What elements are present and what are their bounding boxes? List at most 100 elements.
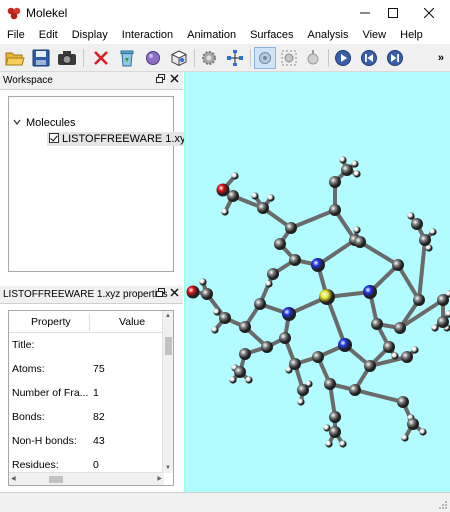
molecule-style-button[interactable]	[142, 47, 164, 69]
previous-frame-button[interactable]	[358, 47, 380, 69]
delete-button[interactable]	[90, 47, 112, 69]
recycle-bin-icon	[120, 50, 134, 67]
tree-node-molecule[interactable]: LISTOFFREEWARE 1.xyz	[47, 132, 193, 146]
molecule-visible-checkbox[interactable]	[49, 133, 59, 143]
menu-interaction[interactable]: Interaction	[115, 29, 180, 41]
maximize-icon	[388, 8, 398, 18]
cube-icon	[170, 50, 188, 67]
rotate-molecule-icon	[259, 52, 271, 64]
undock-properties-button[interactable]	[156, 288, 165, 300]
molecule-tree: Molecules LISTOFFREEWARE 1.xyz	[8, 96, 193, 272]
molecule-sphere-icon	[146, 51, 160, 65]
folder-open-icon	[5, 52, 25, 66]
open-file-button[interactable]	[4, 47, 26, 69]
close-icon	[170, 288, 179, 297]
menu-surfaces[interactable]: Surfaces	[243, 29, 300, 41]
play-button[interactable]	[332, 47, 354, 69]
close-icon	[424, 8, 434, 18]
scroll-right-icon[interactable]: ▶	[157, 475, 162, 482]
molecules-label: Molecules	[26, 117, 76, 129]
scroll-thumb[interactable]	[165, 337, 172, 355]
property-key: Bonds:	[12, 411, 45, 423]
atom-settings-button[interactable]	[198, 47, 220, 69]
properties-table: Property Value Title: Atoms: 75 Number o…	[8, 310, 174, 486]
table-row[interactable]: Non-H bonds: 43	[9, 429, 164, 453]
camera-icon	[58, 51, 76, 65]
skip-back-icon	[361, 50, 377, 66]
column-divider	[89, 313, 90, 331]
resize-grip-icon[interactable]	[436, 498, 448, 510]
molekel-logo-icon	[7, 7, 21, 20]
undock-workspace-button[interactable]	[156, 74, 165, 86]
minimize-icon	[360, 12, 370, 14]
scroll-left-icon[interactable]: ◀	[11, 475, 16, 482]
skip-forward-icon	[387, 50, 403, 66]
properties-title-label: LISTOFFREEWARE 1.xyz properties	[3, 289, 168, 300]
maximize-button[interactable]	[376, 0, 410, 26]
menu-edit[interactable]: Edit	[32, 29, 65, 41]
play-icon	[335, 50, 351, 66]
menu-view[interactable]: View	[355, 29, 393, 41]
table-row[interactable]: Title:	[9, 333, 164, 357]
scroll-down-icon[interactable]: ▼	[165, 465, 171, 471]
tree-structure-icon	[227, 50, 243, 66]
column-header-property[interactable]: Property	[31, 316, 71, 328]
vertical-scrollbar[interactable]: ▲ ▼	[162, 311, 173, 473]
property-value: 43	[93, 435, 105, 447]
floppy-disk-icon	[32, 49, 50, 67]
menu-file[interactable]: File	[0, 29, 32, 41]
table-row[interactable]: Bonds: 82	[9, 405, 164, 429]
float-window-icon	[156, 288, 165, 297]
close-window-button[interactable]	[412, 0, 446, 26]
snapshot-button[interactable]	[56, 47, 78, 69]
horizontal-scrollbar[interactable]: ◀ ▶	[9, 472, 164, 485]
table-row[interactable]: Number of Fra... 1	[9, 381, 164, 405]
save-button[interactable]	[30, 47, 52, 69]
tree-node-molecules[interactable]: Molecules	[13, 117, 76, 129]
toolbar-separator	[250, 49, 251, 67]
structure-tree-button[interactable]	[224, 47, 246, 69]
molecule-item[interactable]: LISTOFFREEWARE 1.xyz	[47, 132, 193, 146]
menu-analysis[interactable]: Analysis	[301, 29, 356, 41]
menu-display[interactable]: Display	[65, 29, 115, 41]
toolbar-overflow-button[interactable]: »	[438, 52, 444, 64]
status-bar	[0, 492, 450, 512]
title-bar: Molekel	[0, 0, 450, 26]
atom-select-icon	[307, 50, 319, 65]
close-workspace-button[interactable]	[170, 74, 179, 86]
scroll-up-icon[interactable]: ▲	[165, 313, 171, 319]
menu-bar: File Edit Display Interaction Animation …	[0, 26, 450, 44]
property-key: Title:	[12, 339, 35, 351]
property-key: Non-H bonds:	[12, 435, 77, 447]
select-atom-button[interactable]	[302, 47, 324, 69]
toolbar-separator	[83, 49, 84, 67]
toolbar-separator	[194, 49, 195, 67]
next-frame-button[interactable]	[384, 47, 406, 69]
float-window-icon	[156, 74, 165, 83]
close-properties-button[interactable]	[170, 288, 179, 300]
toolbar-separator	[328, 49, 329, 67]
property-value: 82	[93, 411, 105, 423]
rotate-mode-button[interactable]	[254, 47, 276, 69]
move-molecule-icon	[281, 50, 297, 66]
close-icon	[170, 74, 179, 83]
property-value: 1	[93, 387, 99, 399]
menu-help[interactable]: Help	[393, 29, 430, 41]
workspace-title-label: Workspace	[3, 75, 53, 86]
bounding-box-button[interactable]	[168, 47, 190, 69]
window-title: Molekel	[26, 6, 68, 20]
column-header-value[interactable]: Value	[119, 316, 145, 328]
property-key: Number of Fra...	[12, 387, 89, 399]
scroll-thumb[interactable]	[49, 476, 63, 483]
table-row[interactable]: Atoms: 75	[9, 357, 164, 381]
molecule-3d-viewport[interactable]	[184, 72, 450, 492]
property-value: 0	[93, 459, 99, 471]
menu-animation[interactable]: Animation	[180, 29, 243, 41]
chevron-down-icon[interactable]	[13, 118, 21, 126]
toolbar: »	[0, 44, 450, 72]
property-key: Residues:	[12, 459, 59, 471]
molecule-name: LISTOFFREEWARE 1.xyz	[62, 133, 191, 145]
clear-button[interactable]	[116, 47, 138, 69]
table-header: Property Value	[9, 311, 164, 333]
translate-mode-button[interactable]	[278, 47, 300, 69]
